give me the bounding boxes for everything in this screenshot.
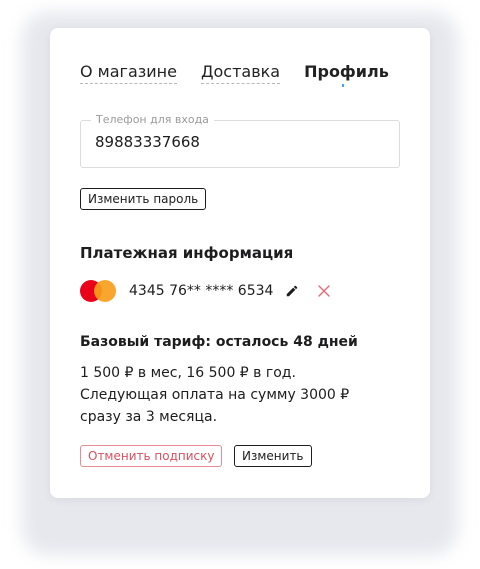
pencil-icon[interactable] <box>285 284 299 298</box>
tabs-bar: О магазине Доставка Профиль <box>80 62 389 87</box>
cancel-subscription-button[interactable]: Отменить подписку <box>80 445 223 467</box>
card-number: 4345 76** **** 6534 <box>129 283 274 299</box>
payment-info-title: Платежная информация <box>80 244 294 262</box>
payment-card-row: 4345 76** **** 6534 <box>80 278 331 304</box>
phone-field-label: Телефон для входа <box>91 113 214 126</box>
phone-input[interactable] <box>95 133 385 151</box>
phone-field: Телефон для входа <box>80 113 400 168</box>
tab-delivery[interactable]: Доставка <box>200 62 281 84</box>
change-password-button[interactable]: Изменить пароль <box>80 188 207 210</box>
plan-description: 1 500 ₽ в мес, 16 500 ₽ в год. Следующая… <box>80 362 410 428</box>
profile-card: О магазине Доставка Профиль Телефон для … <box>50 28 430 498</box>
plan-price-line: 1 500 ₽ в мес, 16 500 ₽ в год. <box>80 365 296 381</box>
plan-title: Базовый тариф: осталось 48 дней <box>80 334 358 350</box>
change-plan-button[interactable]: Изменить <box>234 445 312 467</box>
tab-about-store[interactable]: О магазине <box>80 62 177 84</box>
plan-period-line: сразу за 3 месяца. <box>80 409 218 425</box>
plan-next-payment-line: Следующая оплата на сумму 3000 ₽ <box>80 387 350 403</box>
mastercard-logo-icon <box>80 278 120 304</box>
close-icon[interactable] <box>318 285 331 297</box>
tab-profile[interactable]: Профиль <box>304 62 389 87</box>
